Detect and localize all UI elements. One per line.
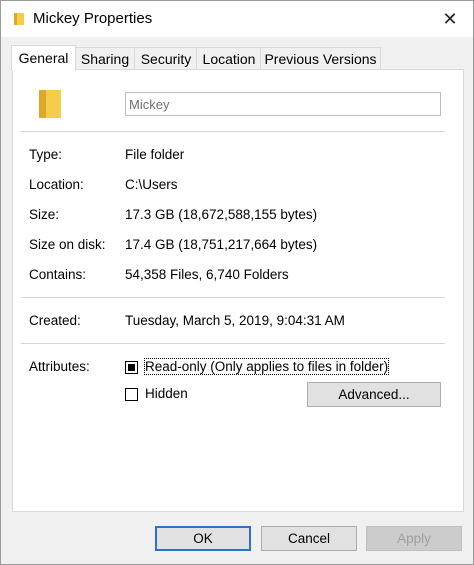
type-value: File folder (125, 147, 185, 162)
attributes-label: Attributes: (29, 359, 90, 374)
size-on-disk-label: Size on disk: (29, 237, 106, 252)
size-value: 17.3 GB (18,672,588,155 bytes) (125, 207, 318, 222)
separator (21, 131, 445, 132)
created-value: Tuesday, March 5, 2019, 9:04:31 AM (125, 313, 345, 328)
type-label: Type: (29, 147, 63, 162)
folder-name-input[interactable] (125, 92, 441, 116)
location-label: Location: (29, 177, 84, 192)
contains-value: 54,358 Files, 6,740 Folders (125, 267, 289, 282)
folder-icon (39, 90, 61, 118)
advanced-button[interactable]: Advanced... (307, 382, 441, 407)
separator (21, 343, 445, 344)
hidden-checkbox[interactable] (125, 388, 138, 401)
tab-location[interactable]: Location (196, 47, 262, 70)
properties-window: Mickey Properties ✕ General Sharing Secu… (0, 0, 474, 565)
cancel-button[interactable]: Cancel (261, 526, 357, 551)
size-label: Size: (29, 207, 60, 222)
created-label: Created: (29, 313, 81, 328)
tab-sharing[interactable]: Sharing (74, 47, 136, 70)
ok-button[interactable]: OK (155, 526, 251, 551)
size-on-disk-value: 17.4 GB (18,751,217,664 bytes) (125, 237, 318, 252)
folder-icon (14, 13, 24, 25)
title-bar[interactable]: Mickey Properties ✕ (1, 1, 473, 37)
hidden-label[interactable]: Hidden (145, 386, 188, 401)
contains-label: Contains: (29, 267, 87, 282)
general-panel: Type: File folder Location: C:\Users Siz… (12, 69, 464, 512)
separator (21, 297, 445, 298)
close-button[interactable]: ✕ (427, 1, 473, 37)
location-value: C:\Users (125, 177, 178, 192)
apply-button[interactable]: Apply (366, 526, 462, 551)
readonly-checkbox[interactable] (125, 361, 138, 374)
readonly-label[interactable]: Read-only (Only applies to files in fold… (143, 358, 390, 375)
window-title: Mickey Properties (33, 10, 153, 27)
tab-security[interactable]: Security (134, 47, 198, 70)
tab-previous-versions[interactable]: Previous Versions (260, 47, 381, 70)
tab-general[interactable]: General (11, 45, 76, 71)
